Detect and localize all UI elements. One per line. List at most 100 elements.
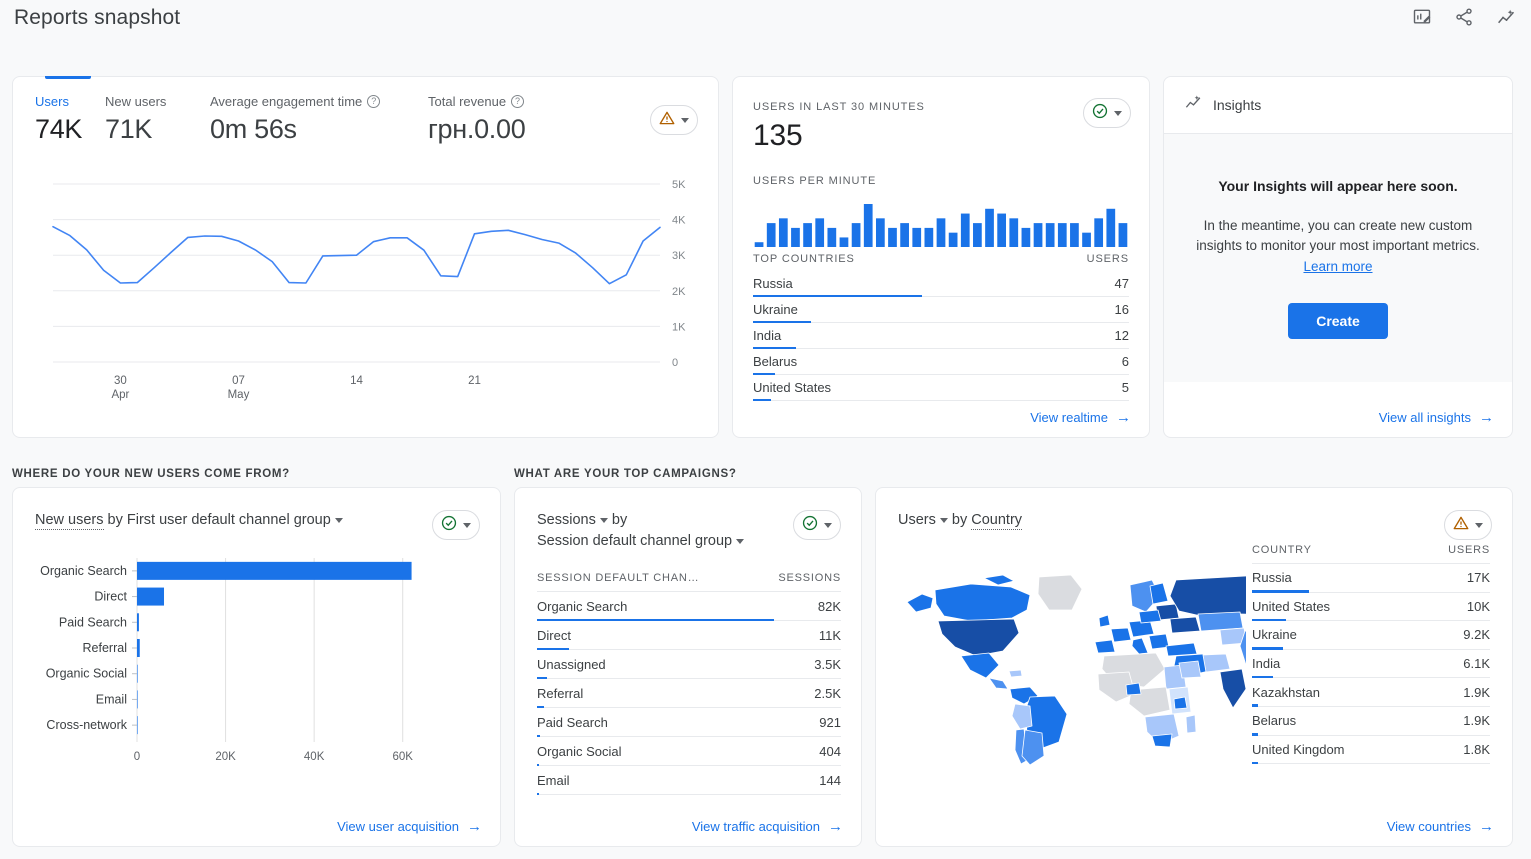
svg-text:3K: 3K (672, 250, 686, 262)
col-country: COUNTRY (1252, 544, 1312, 556)
countries-table-header: COUNTRY USERS (1252, 544, 1490, 564)
learn-more-link[interactable]: Learn more (1303, 259, 1372, 274)
insights-icon[interactable] (1493, 4, 1519, 30)
view-countries-link[interactable]: View countries → (1387, 819, 1494, 834)
table-row[interactable]: India 12 (753, 323, 1129, 349)
table-row[interactable]: Belarus6 (753, 349, 1129, 375)
new-users-metric-selector[interactable]: New users (35, 512, 104, 530)
new-users-dimension-selector[interactable]: First user default channel group (127, 512, 331, 528)
svg-text:Organic Search: Organic Search (40, 564, 127, 578)
country-name: Belarus (1252, 713, 1296, 728)
top-countries-table-header: TOP COUNTRIES USERS (753, 253, 1129, 271)
data-quality-badge-ok[interactable] (432, 510, 480, 540)
sessions-dimension-selector[interactable]: Session default channel group (537, 533, 732, 549)
top-bar: Reports snapshot (0, 0, 1531, 56)
view-realtime-link[interactable]: View realtime → (1030, 410, 1131, 425)
help-icon[interactable]: ? (511, 95, 524, 108)
insights-title: Insights (1213, 97, 1261, 113)
map-dimension-selector[interactable]: Country (971, 512, 1022, 530)
chevron-down-icon[interactable] (940, 518, 948, 523)
table-row[interactable]: Email144 (537, 766, 841, 795)
customize-report-icon[interactable] (1409, 4, 1435, 30)
country-name: United Kingdom (1252, 742, 1345, 757)
chevron-down-icon[interactable] (463, 523, 471, 528)
table-row[interactable]: United States 5 (753, 375, 1129, 401)
metric-avg-engagement-time[interactable]: Average engagement time ? 0m 56s (210, 94, 428, 145)
users-per-minute-chart (753, 201, 1129, 247)
table-row[interactable]: Russia47 (753, 271, 1129, 297)
users-last-30-min-label: USERS IN LAST 30 MINUTES (753, 101, 925, 113)
country-name: Ukraine (753, 302, 798, 317)
view-countries-label: View countries (1387, 819, 1471, 834)
table-row[interactable]: Organic Social404 (537, 737, 841, 766)
channel-name: Direct (537, 628, 571, 643)
table-row[interactable]: United Kingdom1.8K (1252, 736, 1490, 765)
table-row[interactable]: Paid Search921 (537, 708, 841, 737)
view-user-acquisition-link[interactable]: View user acquisition → (337, 819, 482, 834)
table-row[interactable]: Referral2.5K (537, 679, 841, 708)
metric-users[interactable]: Users 74K (35, 94, 105, 145)
col-users: USERS (1448, 544, 1490, 556)
check-circle-icon (801, 514, 819, 537)
insights-empty-state: Your Insights will appear here soon. In … (1164, 134, 1512, 382)
map-metric-selector[interactable]: Users (898, 512, 936, 528)
countries-table: COUNTRY USERS Russia17KUnited States10KU… (1252, 544, 1490, 764)
world-choropleth-map[interactable] (896, 548, 1246, 778)
chevron-down-icon[interactable] (824, 523, 832, 528)
view-traffic-acquisition-link[interactable]: View traffic acquisition → (692, 819, 843, 834)
country-users: 12 (1115, 328, 1129, 343)
data-quality-badge-ok[interactable] (1083, 98, 1131, 128)
help-icon[interactable]: ? (367, 95, 380, 108)
country-users: 9.2K (1463, 627, 1490, 642)
country-name: United States (753, 380, 831, 395)
metrics-row: Users 74K New users 71K Average engageme… (35, 94, 698, 145)
channel-sessions: 921 (819, 715, 841, 730)
section-caption-campaigns: WHAT ARE YOUR TOP CAMPAIGNS? (514, 468, 737, 480)
table-row[interactable]: Belarus1.9K (1252, 707, 1490, 736)
table-row[interactable]: United States10K (1252, 593, 1490, 622)
metric-users-label: Users (35, 94, 69, 109)
channel-sessions: 82K (818, 599, 841, 614)
data-quality-badge-warning[interactable] (650, 105, 698, 135)
chevron-down-icon[interactable] (1475, 523, 1483, 528)
table-row[interactable]: India6.1K (1252, 650, 1490, 679)
channel-name: Email (537, 773, 570, 788)
arrow-right-icon: → (828, 819, 843, 834)
country-users: 47 (1115, 276, 1129, 291)
check-circle-icon (1091, 102, 1109, 125)
metric-new-users[interactable]: New users 71K (105, 94, 210, 145)
country-name: India (753, 328, 781, 343)
view-all-insights-link[interactable]: View all insights → (1379, 410, 1494, 425)
country-name: Russia (1252, 570, 1292, 585)
active-tab-indicator (45, 76, 91, 79)
chevron-down-icon[interactable] (736, 539, 744, 544)
chevron-down-icon[interactable] (1114, 111, 1122, 116)
chevron-down-icon[interactable] (335, 518, 343, 523)
metric-avg-engagement-time-label: Average engagement time (210, 94, 362, 109)
country-users: 5 (1122, 380, 1129, 395)
table-row[interactable]: Direct11K (537, 621, 841, 650)
svg-text:40K: 40K (304, 751, 325, 763)
share-icon[interactable] (1451, 4, 1477, 30)
chevron-down-icon[interactable] (600, 518, 608, 523)
data-quality-badge-ok[interactable] (793, 510, 841, 540)
sessions-metric-selector[interactable]: Sessions (537, 512, 596, 528)
table-row[interactable]: Organic Search82K (537, 592, 841, 621)
svg-text:20K: 20K (215, 751, 236, 763)
new-users-bar-chart: 020K40K60KOrganic SearchDirectPaid Searc… (27, 550, 487, 790)
metric-total-revenue[interactable]: Total revenue ? грн.0.00 (428, 94, 578, 145)
svg-text:1K: 1K (672, 321, 686, 333)
chevron-down-icon[interactable] (681, 118, 689, 123)
map-card-title: Users by Country (898, 510, 1022, 531)
row-bar (537, 793, 539, 796)
data-quality-badge-warning[interactable] (1444, 510, 1492, 540)
create-insight-button[interactable]: Create (1288, 303, 1388, 339)
table-row[interactable]: Russia17K (1252, 564, 1490, 593)
table-row[interactable]: Unassigned3.5K (537, 650, 841, 679)
table-row[interactable]: Kazakhstan1.9K (1252, 678, 1490, 707)
col-sessions: SESSIONS (778, 572, 841, 584)
svg-text:May: May (228, 389, 250, 401)
table-row[interactable]: Ukraine9.2K (1252, 621, 1490, 650)
table-row[interactable]: Ukraine16 (753, 297, 1129, 323)
warning-triangle-icon (1452, 514, 1470, 537)
